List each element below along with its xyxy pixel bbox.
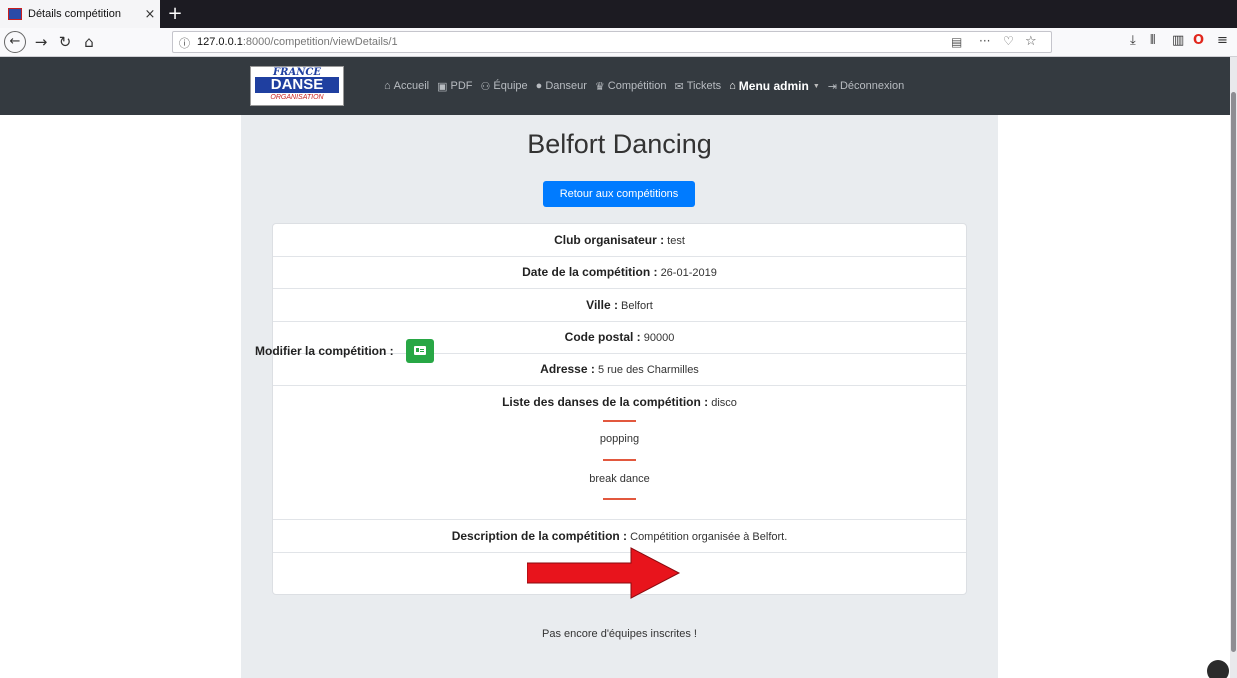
- debug-toolbar-icon[interactable]: [1207, 660, 1229, 678]
- team-icon: ⚇: [480, 80, 491, 93]
- browser-tab[interactable]: Détails compétition ×: [0, 0, 160, 28]
- logo-main-text: DANSE: [255, 77, 339, 93]
- annotation-arrow-icon: [527, 547, 681, 599]
- club-value: test: [667, 235, 685, 247]
- zip-value: 90000: [643, 332, 675, 344]
- print-icon: ▣: [437, 80, 448, 93]
- dance-separator: [603, 498, 636, 500]
- opera-icon[interactable]: O: [1193, 33, 1204, 48]
- dance-item: break dance: [589, 473, 650, 485]
- logo-sub-text: ORGANISATION: [270, 94, 324, 101]
- browser-toolbar: ← → ↻ ⌂ ⓘ 127.0.0.1:8000/competition/vie…: [0, 28, 1237, 57]
- no-teams-message: Pas encore d'équipes inscrites !: [542, 628, 697, 640]
- edit-competition-button[interactable]: [406, 339, 434, 363]
- city-value: Belfort: [621, 300, 653, 312]
- dance-item: disco: [711, 397, 737, 409]
- nav-item-tickets[interactable]: ✉ Tickets: [674, 80, 721, 93]
- address-label: Adresse :: [540, 362, 595, 376]
- close-tab-icon[interactable]: ×: [140, 7, 160, 22]
- more-actions-icon[interactable]: ···: [979, 34, 990, 48]
- main-menu: ⌂ Accueil ▣ PDF ⚇ Équipe ● Danseur ♛ Com…: [384, 78, 912, 94]
- info-icon[interactable]: ⓘ: [179, 35, 190, 51]
- nav-item-label: Compétition: [607, 80, 667, 92]
- back-to-competitions-button[interactable]: Retour aux compétitions: [543, 181, 695, 207]
- dance-item: popping: [599, 433, 640, 445]
- nav-item-label: Accueil: [393, 80, 430, 92]
- nav-item-menu-admin[interactable]: ⌂ Menu admin ▼: [729, 79, 820, 93]
- nav-item-competition[interactable]: ♛ Compétition: [595, 80, 667, 93]
- nav-item-label: Danseur: [545, 80, 587, 92]
- user-icon: ●: [535, 80, 543, 92]
- dance-separator: [603, 459, 636, 461]
- club-row: Club organisateur : test: [273, 224, 966, 257]
- chevron-down-icon: ▼: [812, 82, 820, 90]
- address-value: 5 rue des Charmilles: [597, 364, 699, 376]
- nav-item-label: Déconnexion: [839, 80, 905, 92]
- nav-item-deconnexion[interactable]: ⇥ Déconnexion: [828, 80, 904, 93]
- url-bar[interactable]: ⓘ 127.0.0.1:8000/competition/viewDetails…: [172, 31, 1052, 53]
- nav-item-pdf[interactable]: ▣ PDF: [437, 80, 472, 93]
- menu-hamburger-icon[interactable]: ≡: [1217, 33, 1228, 48]
- envelope-icon: ✉: [674, 80, 684, 93]
- scrollbar-thumb[interactable]: [1231, 92, 1236, 652]
- nav-item-label: Tickets: [686, 80, 722, 92]
- dances-row: Liste des danses de la compétition : dis…: [273, 386, 966, 520]
- date-label: Date de la compétition :: [522, 265, 658, 279]
- reload-icon[interactable]: ↻: [54, 31, 76, 53]
- home-icon: ⌂: [384, 80, 391, 92]
- date-value: 26-01-2019: [660, 267, 717, 279]
- url-host: 127.0.0.1: [197, 36, 243, 48]
- nav-item-equipe[interactable]: ⚇ Équipe: [481, 80, 528, 93]
- id-card-icon: [414, 346, 426, 355]
- dances-label: Liste des danses de la compétition :: [502, 395, 709, 409]
- description-label: Description de la compétition :: [451, 529, 628, 543]
- dances-header: Liste des danses de la compétition : dis…: [273, 395, 966, 409]
- library-icon[interactable]: ⫴: [1150, 33, 1155, 48]
- browser-tab-bar: Détails compétition × +: [0, 0, 1237, 28]
- site-navbar: FRANCE DANSE ORGANISATION ⌂ Accueil ▣ PD…: [0, 57, 1230, 115]
- reader-view-icon[interactable]: ▤: [951, 35, 962, 49]
- logout-icon: ⇥: [827, 80, 837, 93]
- forward-arrow-icon[interactable]: →: [30, 31, 52, 53]
- address-row: Adresse : 5 rue des Charmilles: [273, 354, 966, 386]
- city-label: Ville :: [586, 298, 618, 312]
- admin-icon: ⌂: [729, 80, 736, 92]
- bookmark-star-icon[interactable]: ☆: [1025, 34, 1037, 49]
- description-value: Compétition organisée à Belfort.: [630, 531, 788, 543]
- tab-title: Détails compétition: [28, 8, 121, 20]
- edit-competition-label: Modifier la compétition :: [255, 344, 394, 358]
- competition-details-card: Club organisateur : test Date de la comp…: [272, 223, 967, 595]
- club-label: Club organisateur :: [554, 233, 665, 247]
- home-page-icon[interactable]: ⌂: [78, 31, 100, 53]
- dance-separator: [603, 420, 636, 422]
- pocket-icon[interactable]: ♡: [1003, 34, 1014, 48]
- sidebar-icon[interactable]: ▥: [1172, 33, 1184, 48]
- nav-item-accueil[interactable]: ⌂ Accueil: [384, 80, 429, 92]
- page-title: Belfort Dancing: [527, 129, 712, 159]
- city-row: Ville : Belfort: [273, 289, 966, 322]
- new-tab-button[interactable]: +: [164, 3, 186, 25]
- nav-item-danseur[interactable]: ● Danseur: [536, 80, 587, 92]
- nav-item-label: Équipe: [493, 80, 528, 92]
- trophy-icon: ♛: [594, 80, 605, 93]
- downloads-icon[interactable]: ⤓: [1130, 33, 1136, 48]
- url-path: :8000/competition/viewDetails/1: [242, 36, 398, 48]
- url-text: 127.0.0.1:8000/competition/viewDetails/1: [197, 36, 398, 48]
- back-arrow-icon[interactable]: ←: [4, 31, 26, 53]
- nav-item-label: PDF: [450, 80, 473, 92]
- date-row: Date de la compétition : 26-01-2019: [273, 257, 966, 289]
- zip-label: Code postal :: [564, 330, 641, 344]
- page-scrollbar[interactable]: [1230, 57, 1237, 678]
- nav-item-label: Menu admin: [738, 79, 809, 93]
- favicon-icon: [8, 8, 22, 20]
- site-logo[interactable]: FRANCE DANSE ORGANISATION: [250, 66, 344, 106]
